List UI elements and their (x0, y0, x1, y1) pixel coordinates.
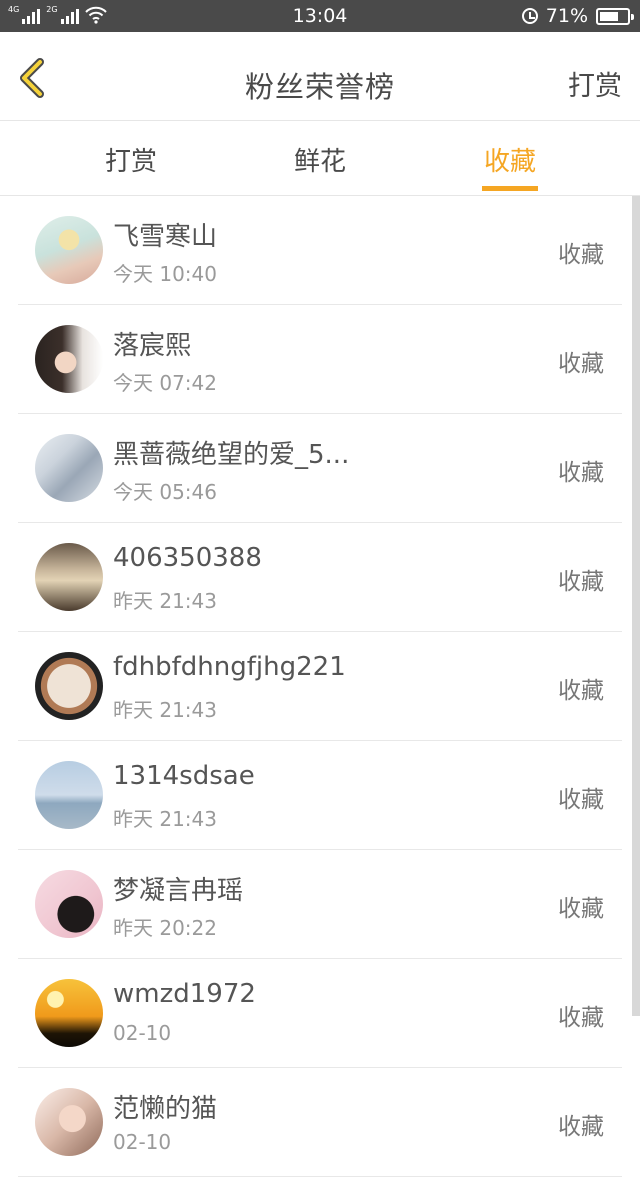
avatar (35, 761, 103, 829)
avatar (35, 216, 103, 284)
fan-name: fdhbfdhngfjhg221 (113, 652, 346, 682)
fan-name: 406350388 (113, 543, 262, 573)
action-label: 收藏 (558, 1005, 604, 1031)
list-item[interactable]: 飞雪寒山 今天 10:40 收藏 (18, 196, 622, 305)
fan-name: 黑蔷薇绝望的爱_5... (113, 440, 350, 470)
fan-time: 今天 05:46 (113, 480, 217, 504)
avatar (35, 1088, 103, 1156)
fan-name: wmzd1972 (113, 979, 256, 1009)
scrollbar[interactable] (632, 196, 640, 1016)
avatar (35, 434, 103, 502)
fan-time: 今天 07:42 (113, 371, 217, 395)
fan-name: 范懒的猫 (113, 1094, 218, 1124)
tab-reward[interactable]: 打赏 (103, 141, 159, 178)
fan-name: 梦凝言冉瑶 (113, 876, 244, 906)
fans-list: 飞雪寒山 今天 10:40 收藏 落宸熙 今天 07:42 收藏 黑蔷薇绝望的爱… (0, 196, 640, 1177)
avatar (35, 325, 103, 393)
list-item[interactable]: 1314sdsae 昨天 21:43 收藏 (18, 741, 622, 850)
avatar (35, 979, 103, 1047)
avatar (35, 652, 103, 720)
list-item[interactable]: 406350388 昨天 21:43 收藏 (18, 523, 622, 632)
list-item[interactable]: wmzd1972 02-10 收藏 (18, 959, 622, 1068)
tab-favorites[interactable]: 收藏 (482, 141, 538, 191)
action-label: 收藏 (558, 351, 604, 377)
list-item[interactable]: 黑蔷薇绝望的爱_5... 今天 05:46 收藏 (18, 414, 622, 523)
battery-icon (596, 7, 634, 25)
fan-time: 昨天 21:43 (113, 807, 217, 831)
fan-time: 02-10 (113, 1021, 172, 1045)
action-label: 收藏 (558, 896, 604, 922)
list-item[interactable]: fdhbfdhngfjhg221 昨天 21:43 收藏 (18, 632, 622, 741)
action-label: 收藏 (558, 242, 604, 268)
avatar (35, 870, 103, 938)
tab-bar: 打赏 鲜花 收藏 (0, 121, 640, 196)
action-label: 收藏 (558, 1114, 604, 1140)
list-item[interactable]: 梦凝言冉瑶 昨天 20:22 收藏 (18, 850, 622, 959)
fan-time: 今天 10:40 (113, 262, 217, 286)
fan-time: 02-10 (113, 1130, 172, 1154)
fan-name: 飞雪寒山 (113, 222, 218, 252)
action-label: 收藏 (558, 678, 604, 704)
battery-fill (600, 11, 619, 21)
alarm-icon (521, 8, 538, 24)
tab-label: 打赏 (104, 147, 157, 177)
fan-name: 落宸熙 (113, 331, 192, 361)
fan-name: 1314sdsae (113, 761, 255, 791)
fan-time: 昨天 21:43 (113, 589, 217, 613)
list-item[interactable]: 落宸熙 今天 07:42 收藏 (18, 305, 622, 414)
page-title: 粉丝荣誉榜 (244, 70, 395, 104)
header: 粉丝荣誉榜 打赏 (0, 32, 640, 121)
fan-time: 昨天 20:22 (113, 916, 217, 940)
avatar (35, 543, 103, 611)
status-bar: 4G 2G 13:04 71% (0, 0, 640, 32)
battery-percent: 71% (545, 5, 588, 27)
tab-label: 鲜花 (293, 147, 346, 177)
action-label: 收藏 (558, 460, 604, 486)
tab-flowers[interactable]: 鲜花 (292, 141, 348, 178)
action-label: 收藏 (558, 569, 604, 595)
action-label: 收藏 (558, 787, 604, 813)
tab-label: 收藏 (483, 147, 536, 177)
list-item[interactable]: 范懒的猫 02-10 收藏 (18, 1068, 622, 1177)
active-tab-indicator (482, 186, 538, 191)
reward-button[interactable]: 打赏 (568, 64, 622, 103)
fan-time: 昨天 21:43 (113, 698, 217, 722)
